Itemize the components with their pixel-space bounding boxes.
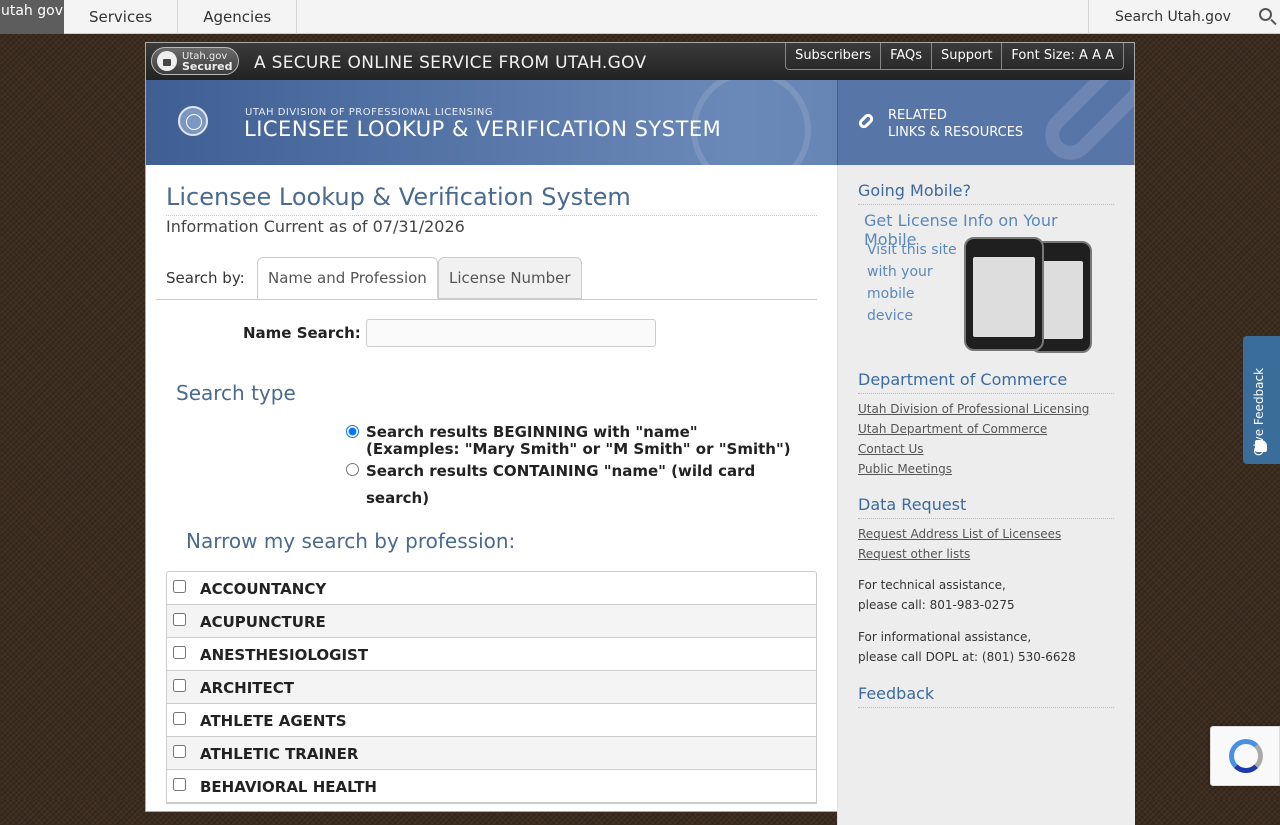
related-line1: RELATED [888, 108, 947, 123]
recaptcha-badge[interactable] [1210, 726, 1280, 786]
list-item[interactable]: BEHAVIORAL HEALTH [167, 770, 816, 803]
info-line2: please call DOPL at: (801) 530-6628 [858, 650, 1076, 664]
page-title: Licensee Lookup & Verification System [166, 183, 817, 216]
list-item[interactable]: ACCOUNTANCY [167, 572, 816, 605]
utah-gov-topbar: utah gov Services Agencies Search Utah.g… [0, 0, 1280, 34]
search-type-heading: Search type [176, 381, 296, 405]
profession-checkbox[interactable] [173, 778, 186, 791]
dopl-link[interactable]: Utah Division of Professional Licensing [858, 402, 1089, 416]
give-feedback-tab[interactable]: Give Feedback [1243, 336, 1280, 464]
utah-gov-secured-badge: Utah.gov Secured [151, 47, 239, 75]
tab-license-number[interactable]: License Number [438, 257, 582, 299]
related-line2: LINKS & RESOURCES [888, 125, 1024, 140]
profession-checkbox[interactable] [173, 646, 186, 659]
profession-label: ARCHITECT [200, 679, 295, 697]
secure-service-text: A SECURE ONLINE SERVICE FROM UTAH.GOV [254, 53, 647, 73]
radio-containing-option[interactable]: Search results CONTAINING "name" (wild c… [346, 462, 796, 512]
state-seal-icon [178, 106, 208, 136]
request-address-list-link[interactable]: Request Address List of Licensees [858, 527, 1061, 541]
informational-assistance: For informational assistance, please cal… [858, 627, 1076, 667]
list-item[interactable]: ARCHITECT [167, 671, 816, 704]
profession-checkbox[interactable] [173, 712, 186, 725]
profession-label: ACUPUNCTURE [200, 613, 326, 631]
info-current-date: Information Current as of 07/31/2026 [166, 217, 465, 236]
mobile-promo-text: Visit this site with your mobile device [867, 242, 957, 324]
radio-containing-label: Search results CONTAINING "name" (wild c… [366, 462, 756, 507]
radio-beginning[interactable] [346, 425, 359, 438]
department-of-commerce-heading: Department of Commerce [858, 370, 1114, 394]
sidebar: Going Mobile? Get License Info on Your M… [837, 165, 1135, 825]
radio-containing[interactable] [346, 463, 359, 476]
faqs-link[interactable]: FAQs [881, 43, 933, 69]
search-by-label: Search by: [166, 269, 245, 287]
contact-us-link[interactable]: Contact Us [858, 442, 924, 456]
page-container: Utah.gov Secured A SECURE ONLINE SERVICE… [145, 42, 1135, 825]
tech-line1: For technical assistance, [858, 578, 1006, 592]
search-utah-gov[interactable]: Search Utah.gov [1088, 0, 1280, 34]
narrow-profession-heading: Narrow my search by profession: [186, 529, 516, 553]
chain-watermark [1034, 80, 1134, 165]
link-chain-icon [856, 111, 876, 131]
search-icon[interactable] [1259, 8, 1272, 21]
tech-line2: please call: 801-983-0275 [858, 598, 1015, 612]
site-banner: UTAH DIVISION OF PROFESSIONAL LICENSING … [146, 80, 1134, 165]
public-meetings-link[interactable]: Public Meetings [858, 462, 952, 476]
support-link[interactable]: Support [932, 43, 1003, 69]
profession-label: ATHLETIC TRAINER [200, 745, 359, 763]
going-mobile-heading[interactable]: Going Mobile? [858, 181, 1114, 205]
mobile-promo-image[interactable]: Get License Info on Your Mobile Visit th… [864, 211, 1114, 353]
recaptcha-icon [1229, 739, 1263, 773]
secure-service-bar: Utah.gov Secured A SECURE ONLINE SERVICE… [146, 43, 1134, 80]
subscribers-link[interactable]: Subscribers [786, 43, 882, 69]
nav-agencies[interactable]: Agencies [178, 0, 298, 34]
secure-nav: Subscribers FAQs Support Font Size: A A … [785, 43, 1124, 70]
list-item[interactable]: ATHLETE AGENTS [167, 704, 816, 737]
info-line1: For informational assistance, [858, 630, 1032, 644]
utah-gov-logo[interactable]: utah gov [0, 0, 64, 34]
banner-title[interactable]: LICENSEE LOOKUP & VERIFICATION SYSTEM [244, 117, 721, 141]
phone-icon [964, 237, 1044, 351]
radio-beginning-option[interactable]: Search results BEGINNING with "name" (Ex… [346, 424, 796, 458]
profession-label: ANESTHESIOLOGIST [200, 646, 369, 664]
hand-pointer-icon [1255, 440, 1267, 452]
search-label: Search Utah.gov [1115, 9, 1231, 25]
profession-checkbox[interactable] [173, 580, 186, 593]
nav-services[interactable]: Services [64, 0, 179, 34]
data-request-heading: Data Request [858, 495, 1114, 519]
lock-icon [157, 51, 177, 71]
request-other-lists-link[interactable]: Request other lists [858, 547, 970, 561]
badge-line2: Secured [182, 60, 233, 73]
technical-assistance: For technical assistance, please call: 8… [858, 575, 1015, 615]
tab-name-and-profession[interactable]: Name and Profession [257, 257, 438, 299]
radio-beginning-label: Search results BEGINNING with "name" (Ex… [366, 423, 791, 458]
profession-checkbox[interactable] [173, 745, 186, 758]
search-tabs-line [156, 299, 817, 300]
feedback-heading[interactable]: Feedback [858, 684, 1114, 708]
profession-checkbox[interactable] [173, 613, 186, 626]
profession-label: ATHLETE AGENTS [200, 712, 347, 730]
font-size-control[interactable]: Font Size: A A A [1002, 43, 1123, 69]
name-search-input[interactable] [366, 319, 656, 347]
commerce-link[interactable]: Utah Department of Commerce [858, 422, 1047, 436]
top-nav: Services Agencies [64, 0, 298, 34]
list-item[interactable]: ACUPUNCTURE [167, 605, 816, 638]
profession-checkbox[interactable] [173, 679, 186, 692]
list-item[interactable]: ATHLETIC TRAINER [167, 737, 816, 770]
list-item[interactable]: ANESTHESIOLOGIST [167, 638, 816, 671]
related-links-button[interactable]: RELATED LINKS & RESOURCES [837, 80, 1134, 165]
profession-label: ACCOUNTANCY [200, 580, 327, 598]
name-search-label: Name Search: [243, 324, 361, 342]
profession-list: ACCOUNTANCY ACUPUNCTURE ANESTHESIOLOGIST… [166, 571, 817, 804]
profession-label: BEHAVIORAL HEALTH [200, 778, 377, 796]
